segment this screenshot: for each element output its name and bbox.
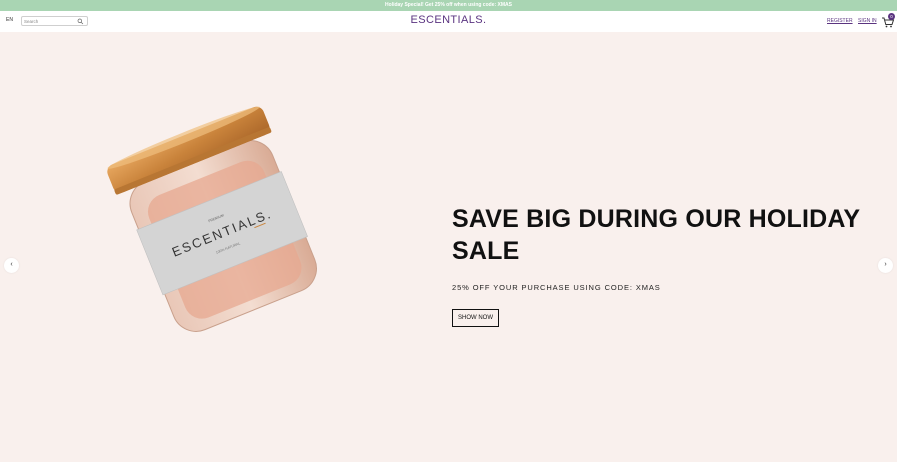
slider-next-button[interactable]: › <box>878 258 893 273</box>
hero-title: SAVE BIG DURING OUR HOLIDAY SALE <box>452 205 860 265</box>
product-jar-image: ESCENTIALS. PREMIUM 100% NATURAL <box>107 106 317 332</box>
chevron-right-icon: › <box>884 261 887 268</box>
site-logo[interactable]: ESCENTIALS. <box>0 14 897 26</box>
show-now-button[interactable]: SHOW NOW <box>452 309 499 327</box>
sign-in-link[interactable]: SIGN IN <box>858 18 877 24</box>
chevron-left-icon: ‹ <box>10 261 13 268</box>
register-link[interactable]: REGISTER <box>827 18 853 24</box>
hero-subtitle: 25% OFF YOUR PURCHASE USING CODE: XMAS <box>452 283 661 292</box>
cart-count-badge: 0 <box>888 13 895 20</box>
slider-prev-button[interactable]: ‹ <box>4 258 19 273</box>
header: EN ESCENTIALS. REGISTER SIGN IN 0 <box>0 11 897 32</box>
announcement-bar: Holiday Special! Get 25% off when using … <box>0 0 897 11</box>
